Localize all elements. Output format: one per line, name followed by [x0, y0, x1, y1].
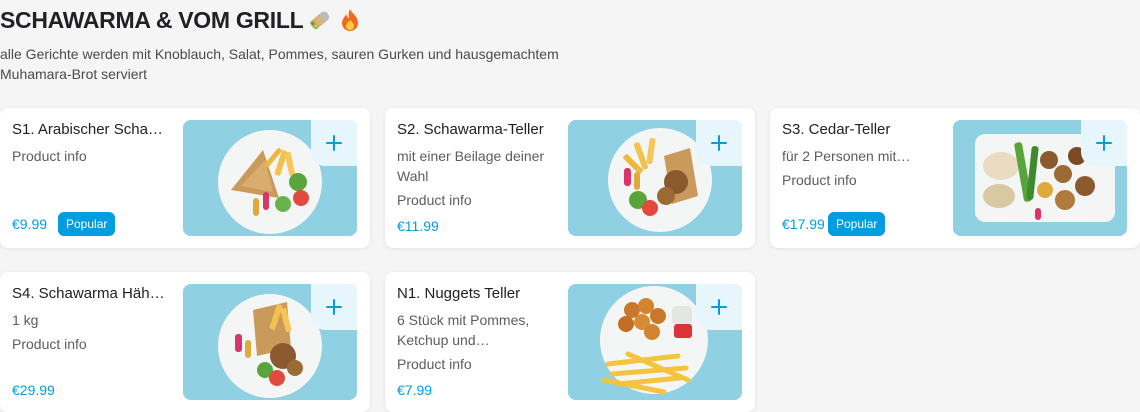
item-info[interactable]: Product info — [782, 170, 857, 190]
item-name: S4. Schawarma Hähnchen — [12, 285, 172, 302]
item-description: 6 Stück mit Pommes, Ketchup und… — [397, 310, 557, 350]
subtitle-line-2: Muhamara-Brot serviert — [0, 66, 148, 82]
item-description-line: mit einer Beilage deiner — [397, 148, 545, 164]
item-description: 1 kg — [12, 310, 172, 330]
item-price: €29.99 — [12, 382, 55, 398]
item-description: mit einer Beilage deiner Wahl — [397, 146, 557, 186]
menu-item-card[interactable]: S1. Arabischer Schawarma-Teller Product … — [0, 108, 370, 248]
add-to-cart-button[interactable] — [311, 284, 357, 330]
plus-icon — [711, 299, 727, 315]
section-title: SCHAWARMA & VOM GRILL — [0, 4, 363, 36]
item-price: €17.99 — [782, 216, 825, 232]
menu-item-card[interactable]: S2. Schawarma-Teller mit einer Beilage d… — [385, 108, 755, 248]
section-subtitle: alle Gerichte werden mit Knoblauch, Sala… — [0, 44, 620, 84]
item-description-line: Ketchup und… — [397, 332, 490, 348]
add-to-cart-button[interactable] — [1081, 120, 1127, 166]
item-description-line: Wahl — [397, 168, 429, 184]
add-to-cart-button[interactable] — [311, 120, 357, 166]
item-description-line: für 2 Personen mit… — [782, 148, 911, 164]
plus-icon — [326, 135, 342, 151]
item-info[interactable]: Product info — [12, 334, 87, 354]
item-description-line: 1 kg — [12, 312, 39, 328]
plus-icon — [1096, 135, 1112, 151]
item-name: N1. Nuggets Teller — [397, 285, 521, 302]
item-info[interactable]: Product info — [12, 146, 172, 166]
item-price: €11.99 — [397, 218, 439, 234]
menu-item-card[interactable]: S3. Cedar-Teller für 2 Personen mit… Pro… — [770, 108, 1140, 248]
item-description-line: 6 Stück mit Pommes, — [397, 312, 530, 328]
add-to-cart-button[interactable] — [696, 120, 742, 166]
item-info[interactable]: Product info — [397, 190, 472, 210]
item-image[interactable] — [568, 284, 742, 400]
item-name: S1. Arabischer Schawarma-Teller — [12, 121, 172, 138]
item-description: für 2 Personen mit… — [782, 146, 942, 166]
subtitle-line-1: alle Gerichte werden mit Knoblauch, Sala… — [0, 46, 559, 62]
fire-icon — [337, 7, 363, 33]
item-image[interactable] — [568, 120, 742, 236]
item-image[interactable] — [183, 284, 357, 400]
item-price: €7.99 — [397, 382, 433, 398]
item-image[interactable] — [183, 120, 357, 236]
item-image[interactable] — [953, 120, 1127, 236]
item-description: Product info — [12, 146, 172, 166]
plus-icon — [711, 135, 727, 151]
burrito-icon — [307, 7, 333, 33]
popular-badge: Popular — [828, 212, 886, 236]
item-name: S2. Schawarma-Teller — [397, 121, 544, 138]
item-name: S3. Cedar-Teller — [782, 121, 891, 138]
menu-item-card[interactable]: S4. Schawarma Hähnchen 1 kg Product info… — [0, 272, 370, 412]
section-title-text: SCHAWARMA & VOM GRILL — [0, 6, 304, 33]
item-price: €9.99 — [12, 216, 48, 232]
add-to-cart-button[interactable] — [696, 284, 742, 330]
item-info[interactable]: Product info — [397, 354, 472, 374]
popular-badge: Popular — [58, 212, 116, 236]
plus-icon — [326, 299, 342, 315]
menu-item-card[interactable]: N1. Nuggets Teller 6 Stück mit Pommes, K… — [385, 272, 755, 412]
